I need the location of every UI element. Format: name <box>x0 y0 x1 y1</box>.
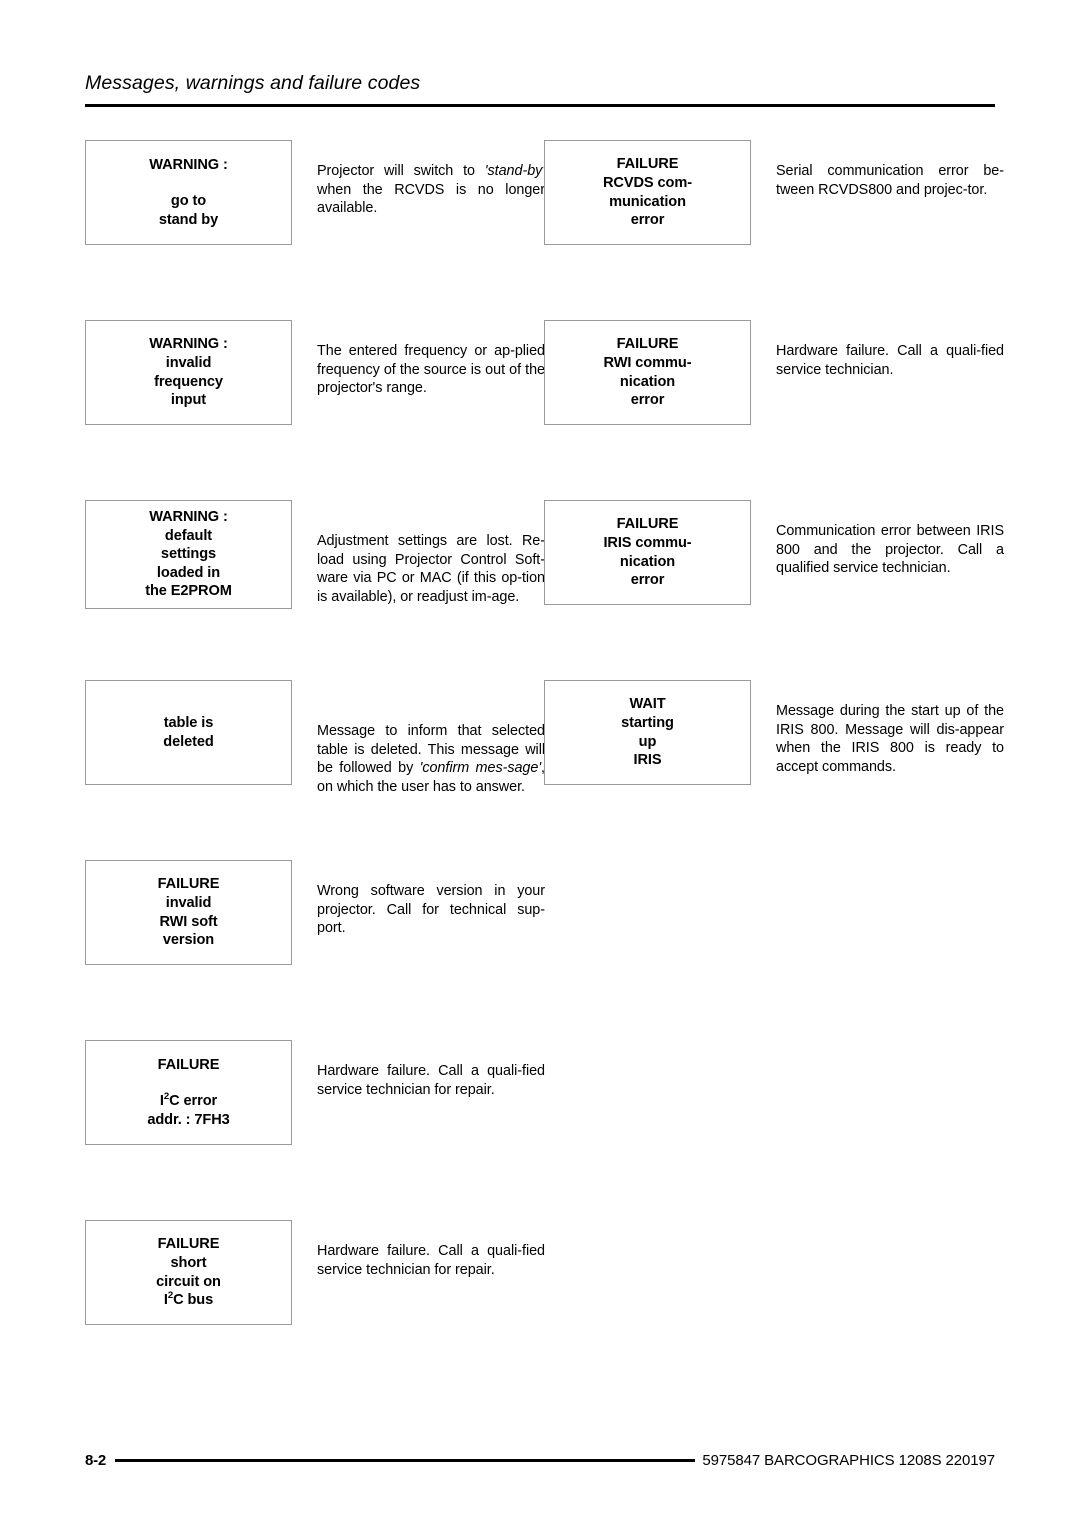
document-page: Messages, warnings and failure codes WAR… <box>0 0 1080 1528</box>
message-entry: table is deleted Message to inform that se… <box>85 680 545 860</box>
message-box-line: starting <box>621 714 674 731</box>
page-number: 8-2 <box>85 1452 107 1469</box>
message-box-line: invalid <box>165 354 212 371</box>
display-message-box: table is deleted <box>85 680 292 785</box>
message-box-line: FAILURE <box>157 1236 220 1253</box>
display-message-box: WAIT starting up IRIS <box>544 680 751 785</box>
message-entry: FAILURE RCVDS com-munication error Serial c… <box>544 140 1004 320</box>
message-entry-row: table is deleted Message to inform that se… <box>85 680 545 796</box>
message-box-line: default <box>164 527 213 544</box>
message-column-right: FAILURE RCVDS com-munication error Serial c… <box>544 140 1004 860</box>
page-title: Messages, warnings and failure codes <box>85 72 421 94</box>
message-box-line: settings <box>160 546 217 563</box>
message-box-line: frequency <box>154 373 223 390</box>
message-entry-row: FAILURE IRIS commu-nication error Communica… <box>544 500 1004 605</box>
message-entry: FAILURE invalid RWI soft version Wrong softw… <box>85 860 545 1040</box>
message-box-line: invalid <box>165 894 212 911</box>
display-message-box: WARNING : go to stand by <box>85 140 292 245</box>
message-description: The entered frequency or ap-plied freque… <box>317 343 545 397</box>
message-box-line: IRIS <box>633 752 662 769</box>
message-box-line: short <box>170 1254 207 1271</box>
message-entry-row: FAILURE short circuit on I2C bus Hardware fa… <box>85 1220 545 1325</box>
message-description: Hardware failure. Call a quali-fied serv… <box>776 343 1004 378</box>
message-box-line: error <box>630 212 665 229</box>
message-box-line: I2C error <box>159 1091 218 1110</box>
message-box-line: error <box>630 392 665 409</box>
message-description: Message to inform that selected table is… <box>317 723 545 795</box>
message-box-line: I2C bus <box>163 1290 214 1309</box>
message-box-line: go to <box>170 193 207 210</box>
message-box-line: error <box>630 572 665 589</box>
message-entry: FAILURE IRIS commu-nication error Communica… <box>544 500 1004 680</box>
message-description: Wrong software version in your projector… <box>317 883 545 937</box>
message-box-line: FAILURE <box>616 336 679 353</box>
message-box-line: nication <box>619 553 676 570</box>
page-footer: 8-2 5975847 BARCOGRAPHICS 1208S 220197 <box>85 1452 995 1469</box>
message-box-line: input <box>170 392 207 409</box>
message-box-line: version <box>162 932 215 949</box>
display-message-box: FAILURE invalid RWI soft version <box>85 860 292 965</box>
message-description: Adjustment settings are lost. Re-load us… <box>317 533 545 605</box>
message-box-line: circuit on <box>156 1273 221 1290</box>
message-description: Projector will switch to 'stand-by' when… <box>317 163 545 217</box>
document-reference: 5975847 BARCOGRAPHICS 1208S 220197 <box>702 1452 995 1469</box>
page-header: Messages, warnings and failure codes <box>85 72 995 107</box>
message-box-line: loaded in <box>156 564 221 581</box>
message-box-line: RWI soft <box>159 913 218 930</box>
message-box-line: addr. : 7FH3 <box>147 1111 230 1128</box>
message-box-line: FAILURE <box>616 156 679 173</box>
message-entry: FAILURE short circuit on I2C bus Hardware fa… <box>85 1220 545 1400</box>
message-entry: FAILURE RWI commu-nication error Hardware f… <box>544 320 1004 500</box>
message-box-line: deleted <box>163 733 214 750</box>
message-entry-row: FAILURE RCVDS com-munication error Serial c… <box>544 140 1004 245</box>
message-entry-row: WAIT starting up IRIS Message during the sta… <box>544 680 1004 785</box>
message-box-line: WARNING : <box>149 156 228 173</box>
header-divider <box>85 104 995 107</box>
message-box-line: FAILURE <box>157 1056 220 1073</box>
message-box-line: nication <box>619 373 676 390</box>
message-box-line: RWI commu- <box>603 354 692 371</box>
message-box-line: FAILURE <box>157 876 220 893</box>
message-box-line: up <box>638 733 657 750</box>
message-box-line: WARNING : <box>149 336 228 353</box>
message-description: Message during the start up of the IRIS … <box>776 703 1004 775</box>
message-column-left: WARNING : go to stand by Projector will swi… <box>85 140 545 1400</box>
message-entry-row: FAILURE invalid RWI soft version Wrong softw… <box>85 860 545 965</box>
display-message-box: FAILURE RWI commu-nication error <box>544 320 751 425</box>
message-box-line: munication <box>609 193 686 210</box>
footer-divider <box>115 1459 696 1462</box>
message-box-line: RCVDS com- <box>602 174 692 191</box>
message-entry: WARNING : default settings loaded in the E2P… <box>85 500 545 680</box>
message-box-line: WARNING : <box>149 509 228 525</box>
message-description: Hardware failure. Call a quali-fied serv… <box>317 1063 545 1098</box>
message-entry: FAILURE I2C error addr. : 7FH3 Hardware fai… <box>85 1040 545 1220</box>
display-message-box: FAILURE short circuit on I2C bus <box>85 1220 292 1325</box>
message-description: Serial communication error be-tween RCVD… <box>776 163 1004 198</box>
message-box-line: the E2PROM <box>145 583 232 600</box>
message-box-line: FAILURE <box>616 516 679 533</box>
display-message-box: FAILURE RCVDS com-munication error <box>544 140 751 245</box>
message-box-line: stand by <box>158 211 219 228</box>
message-entry: WAIT starting up IRIS Message during the sta… <box>544 680 1004 860</box>
message-box-line: WAIT <box>629 696 666 713</box>
message-entry-row: WARNING : invalid frequency input The entere… <box>85 320 545 425</box>
message-entry-row: FAILURE I2C error addr. : 7FH3 Hardware fai… <box>85 1040 545 1145</box>
message-entry: WARNING : go to stand by Projector will swi… <box>85 140 545 320</box>
message-description: Hardware failure. Call a quali-fied serv… <box>317 1243 545 1278</box>
message-box-line: table is <box>163 714 214 731</box>
message-box-line: IRIS commu- <box>603 534 692 551</box>
display-message-box: FAILURE I2C error addr. : 7FH3 <box>85 1040 292 1145</box>
message-entry-row: WARNING : go to stand by Projector will swi… <box>85 140 545 245</box>
message-entry-row: WARNING : default settings loaded in the E2P… <box>85 500 545 609</box>
display-message-box: WARNING : invalid frequency input <box>85 320 292 425</box>
display-message-box: WARNING : default settings loaded in the E2P… <box>85 500 292 609</box>
message-entry-row: FAILURE RWI commu-nication error Hardware f… <box>544 320 1004 425</box>
message-description: Communication error between IRIS 800 and… <box>776 523 1004 577</box>
display-message-box: FAILURE IRIS commu-nication error <box>544 500 751 605</box>
message-entry: WARNING : invalid frequency input The entere… <box>85 320 545 500</box>
